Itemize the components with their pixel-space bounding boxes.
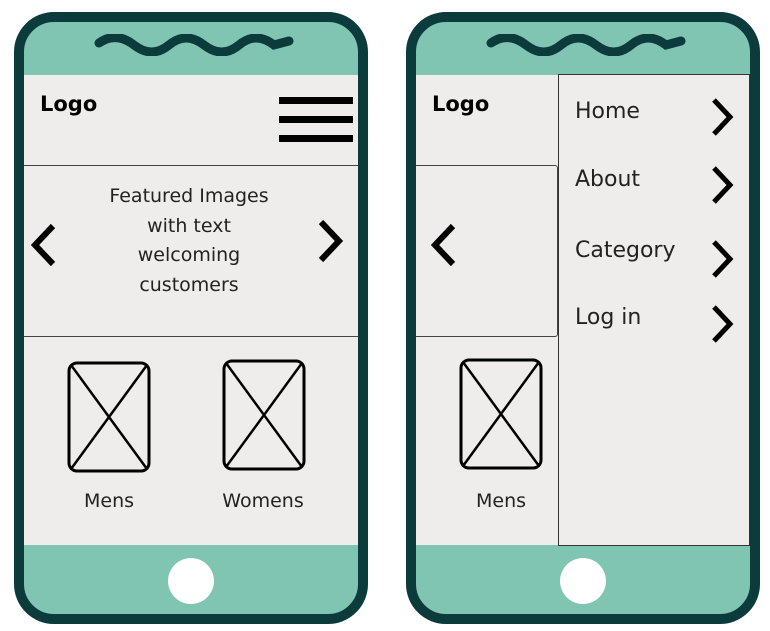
chevron-right-icon[interactable] [315, 218, 345, 264]
phone-mockup-home: Logo Featured Images with text welcoming… [14, 12, 368, 624]
menu-item-label: About [575, 167, 641, 192]
chevron-right-icon [712, 98, 734, 136]
home-button[interactable] [560, 558, 606, 604]
menu-item-label: Category [575, 238, 676, 263]
chevron-left-icon[interactable] [29, 222, 59, 268]
mens-label[interactable]: Mens [49, 490, 169, 512]
featured-carousel: Featured Images with text welcoming cust… [24, 165, 358, 337]
chevron-right-icon [712, 240, 734, 278]
screen: Logo Mens Home About Category Log in [416, 74, 750, 546]
mens-image-placeholder[interactable] [67, 361, 151, 473]
carousel-line: welcoming [137, 244, 241, 266]
chevron-right-icon [712, 166, 734, 204]
carousel-line: with text [147, 214, 231, 237]
home-button[interactable] [168, 558, 214, 604]
carousel-line: customers [139, 273, 239, 296]
womens-label[interactable]: Womens [203, 490, 323, 512]
nav-menu-panel: Home About Category Log in [558, 74, 750, 546]
speaker-icon [94, 34, 294, 56]
chevron-right-icon [712, 305, 734, 343]
carousel-line: Featured Images [109, 185, 269, 207]
mens-image-placeholder[interactable] [459, 358, 543, 470]
menu-item-label: Log in [575, 305, 642, 330]
menu-item-label: Home [575, 99, 640, 124]
phone-mockup-menu-open: Logo Mens Home About Category Log in [406, 12, 760, 624]
featured-carousel [416, 165, 558, 337]
speaker-icon [486, 34, 686, 56]
logo: Logo [40, 92, 98, 116]
chevron-left-icon[interactable] [429, 222, 459, 268]
mens-label[interactable]: Mens [441, 490, 561, 512]
womens-image-placeholder[interactable] [222, 359, 306, 471]
screen: Logo Featured Images with text welcoming… [24, 75, 358, 545]
hamburger-menu-icon[interactable] [279, 97, 353, 154]
logo: Logo [432, 92, 490, 116]
carousel-text: Featured Images with text welcoming cust… [89, 182, 289, 300]
